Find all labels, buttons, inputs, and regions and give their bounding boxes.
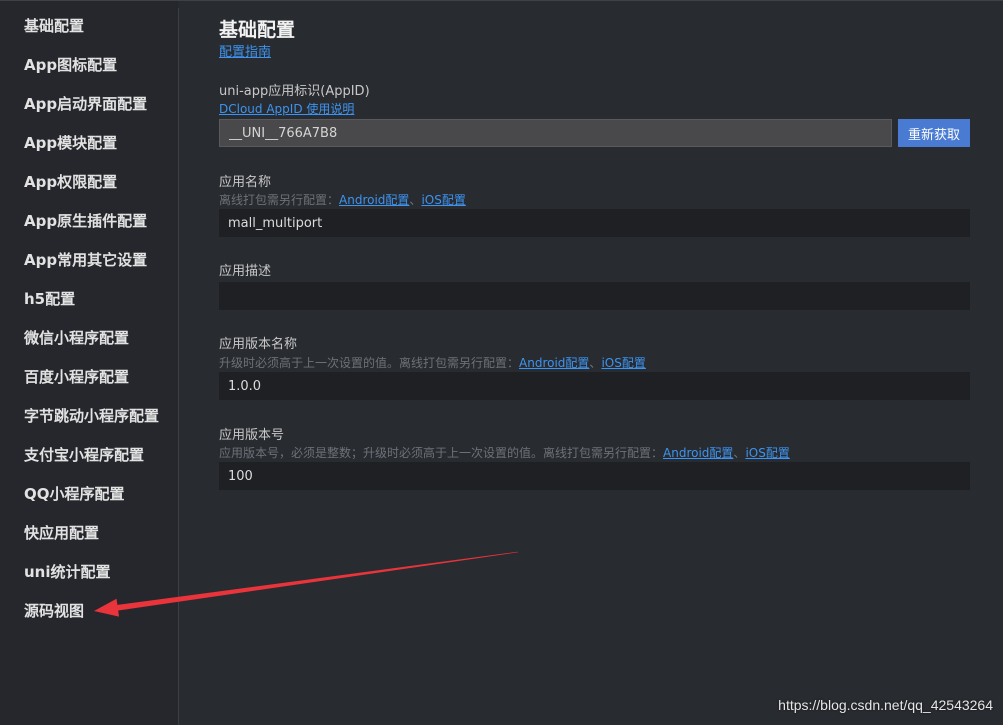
sidebar-item-app-icon[interactable]: App图标配置 <box>24 46 159 85</box>
sidebar-item-quickapp[interactable]: 快应用配置 <box>24 514 159 553</box>
sidebar-item-h5[interactable]: h5配置 <box>24 280 159 319</box>
app-name-desc: 离线打包需另行配置：Android配置、iOS配置 <box>219 193 466 208</box>
app-name-android-link[interactable]: Android配置 <box>339 193 409 207</box>
sidebar-item-app-modules[interactable]: App模块配置 <box>24 124 159 163</box>
version-name-desc-sep: 、 <box>589 356 602 370</box>
sidebar-item-app-splash[interactable]: App启动界面配置 <box>24 85 159 124</box>
watermark-text: https://blog.csdn.net/qq_42543264 <box>778 697 993 713</box>
refresh-appid-button[interactable]: 重新获取 <box>898 119 970 147</box>
sidebar-item-qq-mp[interactable]: QQ小程序配置 <box>24 475 159 514</box>
app-name-desc-sep: 、 <box>409 193 422 207</box>
version-name-desc-text: 升级时必须高于上一次设置的值。离线打包需另行配置： <box>219 356 520 370</box>
sidebar-item-app-permissions[interactable]: App权限配置 <box>24 163 159 202</box>
version-name-android-link[interactable]: Android配置 <box>519 356 589 370</box>
app-name-input[interactable] <box>219 209 970 237</box>
version-code-input[interactable] <box>219 462 970 490</box>
sidebar-item-uni-stat[interactable]: uni统计配置 <box>24 553 159 592</box>
sidebar-item-basic-config[interactable]: 基础配置 <box>24 7 159 46</box>
version-code-label: 应用版本号 <box>219 428 285 443</box>
app-name-label: 应用名称 <box>219 175 272 190</box>
sidebar-item-app-other-settings[interactable]: App常用其它设置 <box>24 241 159 280</box>
version-code-ios-link[interactable]: iOS配置 <box>745 446 789 460</box>
config-guide-link[interactable]: 配置指南 <box>219 45 271 60</box>
sidebar-item-baidu-mp[interactable]: 百度小程序配置 <box>24 358 159 397</box>
app-desc-label: 应用描述 <box>219 264 272 279</box>
guide-link-wrapper: 配置指南 <box>219 45 271 61</box>
sidebar-item-alipay-mp[interactable]: 支付宝小程序配置 <box>24 436 159 475</box>
app-name-desc-text: 离线打包需另行配置： <box>219 193 340 207</box>
version-name-ios-link[interactable]: iOS配置 <box>601 356 645 370</box>
sidebar-list: 基础配置 App图标配置 App启动界面配置 App模块配置 App权限配置 A… <box>24 7 159 631</box>
sidebar: 基础配置 App图标配置 App启动界面配置 App模块配置 App权限配置 A… <box>0 1 178 725</box>
version-code-desc-text: 应用版本号，必须是整数；升级时必须高于上一次设置的值。离线打包需另行配置： <box>219 446 664 460</box>
version-name-label: 应用版本名称 <box>219 337 298 352</box>
appid-input[interactable] <box>219 119 892 147</box>
app-name-ios-link[interactable]: iOS配置 <box>421 193 465 207</box>
sidebar-divider <box>178 8 179 725</box>
sidebar-item-toutiao-mp[interactable]: 字节跳动小程序配置 <box>24 397 159 436</box>
sidebar-item-app-native-plugins[interactable]: App原生插件配置 <box>24 202 159 241</box>
version-code-android-link[interactable]: Android配置 <box>663 446 733 460</box>
sidebar-item-source-view[interactable]: 源码视图 <box>24 592 159 631</box>
version-name-input[interactable] <box>219 372 970 400</box>
version-name-desc: 升级时必须高于上一次设置的值。离线打包需另行配置：Android配置、iOS配置 <box>219 356 646 371</box>
app-desc-input[interactable] <box>219 282 970 310</box>
version-code-desc-sep: 、 <box>733 446 746 460</box>
page-title: 基础配置 <box>219 19 296 41</box>
appid-help-link[interactable]: DCloud AppID 使用说明 <box>219 102 354 116</box>
appid-help-wrapper: DCloud AppID 使用说明 <box>219 102 354 117</box>
appid-label: uni-app应用标识(AppID) <box>219 84 370 99</box>
version-code-desc: 应用版本号，必须是整数；升级时必须高于上一次设置的值。离线打包需另行配置：And… <box>219 446 790 461</box>
sidebar-item-weixin-mp[interactable]: 微信小程序配置 <box>24 319 159 358</box>
